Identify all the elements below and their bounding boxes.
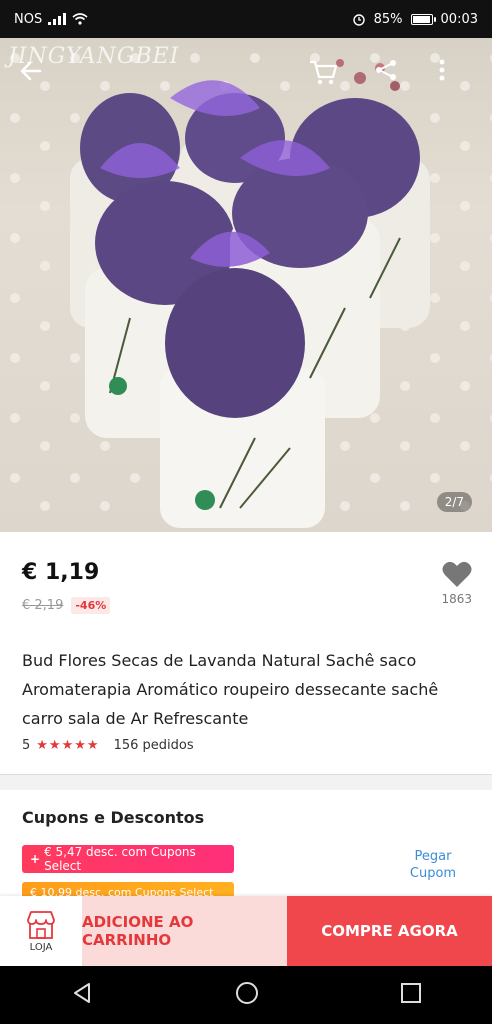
triangle-back-icon xyxy=(74,983,91,1003)
signal-icon xyxy=(48,13,67,25)
buy-now-button[interactable]: COMPRE AGORA xyxy=(287,896,492,966)
arrow-left-icon xyxy=(20,61,42,81)
discount-badge: -46% xyxy=(71,597,111,614)
more-options-button[interactable] xyxy=(438,58,478,98)
product-title: Bud Flores Secas de Lavanda Natural Sach… xyxy=(22,651,439,728)
section-divider xyxy=(0,774,492,790)
back-button[interactable] xyxy=(18,58,58,98)
nav-recents-button[interactable] xyxy=(400,982,422,1008)
action-bar: LOJA ADICIONE AO CARRINHO COMPRE AGORA xyxy=(0,896,492,966)
get-coupon-link[interactable]: Pegar Cupom xyxy=(394,848,472,882)
orders-count: 156 pedidos xyxy=(113,738,194,753)
status-bar: NOS 85% 00:03 xyxy=(0,0,492,38)
rating-stars: ★★★★★ xyxy=(36,738,100,753)
heart-icon xyxy=(442,561,472,587)
rating-value: 5 xyxy=(22,738,31,753)
wishlist-count: 1863 xyxy=(441,592,472,606)
system-nav-bar xyxy=(0,966,492,1024)
cart-button[interactable] xyxy=(308,58,348,98)
price-block: € 1,19 € 2,19 -46% xyxy=(22,560,111,614)
original-price: € 2,19 xyxy=(22,598,64,613)
store-icon xyxy=(27,910,55,939)
wifi-icon xyxy=(72,13,88,25)
rating-row[interactable]: 5 ★★★★★ 156 pedidos xyxy=(22,738,194,753)
clock: 00:03 xyxy=(440,11,478,27)
share-icon xyxy=(376,60,396,80)
share-button[interactable] xyxy=(374,58,414,98)
nav-home-button[interactable] xyxy=(235,981,259,1009)
lavender-sachets-photo xyxy=(0,38,492,532)
battery-icon xyxy=(410,13,436,25)
image-counter: 2/7 xyxy=(436,492,472,512)
product-image[interactable]: JINGYANGBEI 2/7 xyxy=(0,38,492,532)
more-vertical-icon xyxy=(439,59,445,81)
carrier-label: NOS xyxy=(14,11,43,27)
square-recents-icon xyxy=(400,983,421,1003)
coupon-select-text: € 5,47 desc. com Cupons Select xyxy=(44,845,196,873)
store-label: LOJA xyxy=(29,941,53,953)
add-to-cart-button[interactable]: ADICIONE AO CARRINHO xyxy=(82,896,287,966)
circle-home-icon xyxy=(235,982,258,1004)
nav-back-button[interactable] xyxy=(70,981,94,1009)
coupon-select-badge[interactable]: + € 5,47 desc. com Cupons Select xyxy=(22,845,234,873)
coupons-heading: Cupons e Descontos xyxy=(22,808,205,827)
sparkle-icon: + xyxy=(30,852,41,866)
wishlist-button[interactable]: 1863 xyxy=(441,560,472,606)
store-button[interactable]: LOJA xyxy=(0,896,82,966)
cart-icon xyxy=(310,60,338,85)
alarm-icon xyxy=(352,14,365,26)
battery-percent: 85% xyxy=(373,11,403,27)
current-price: € 1,19 xyxy=(22,560,100,585)
